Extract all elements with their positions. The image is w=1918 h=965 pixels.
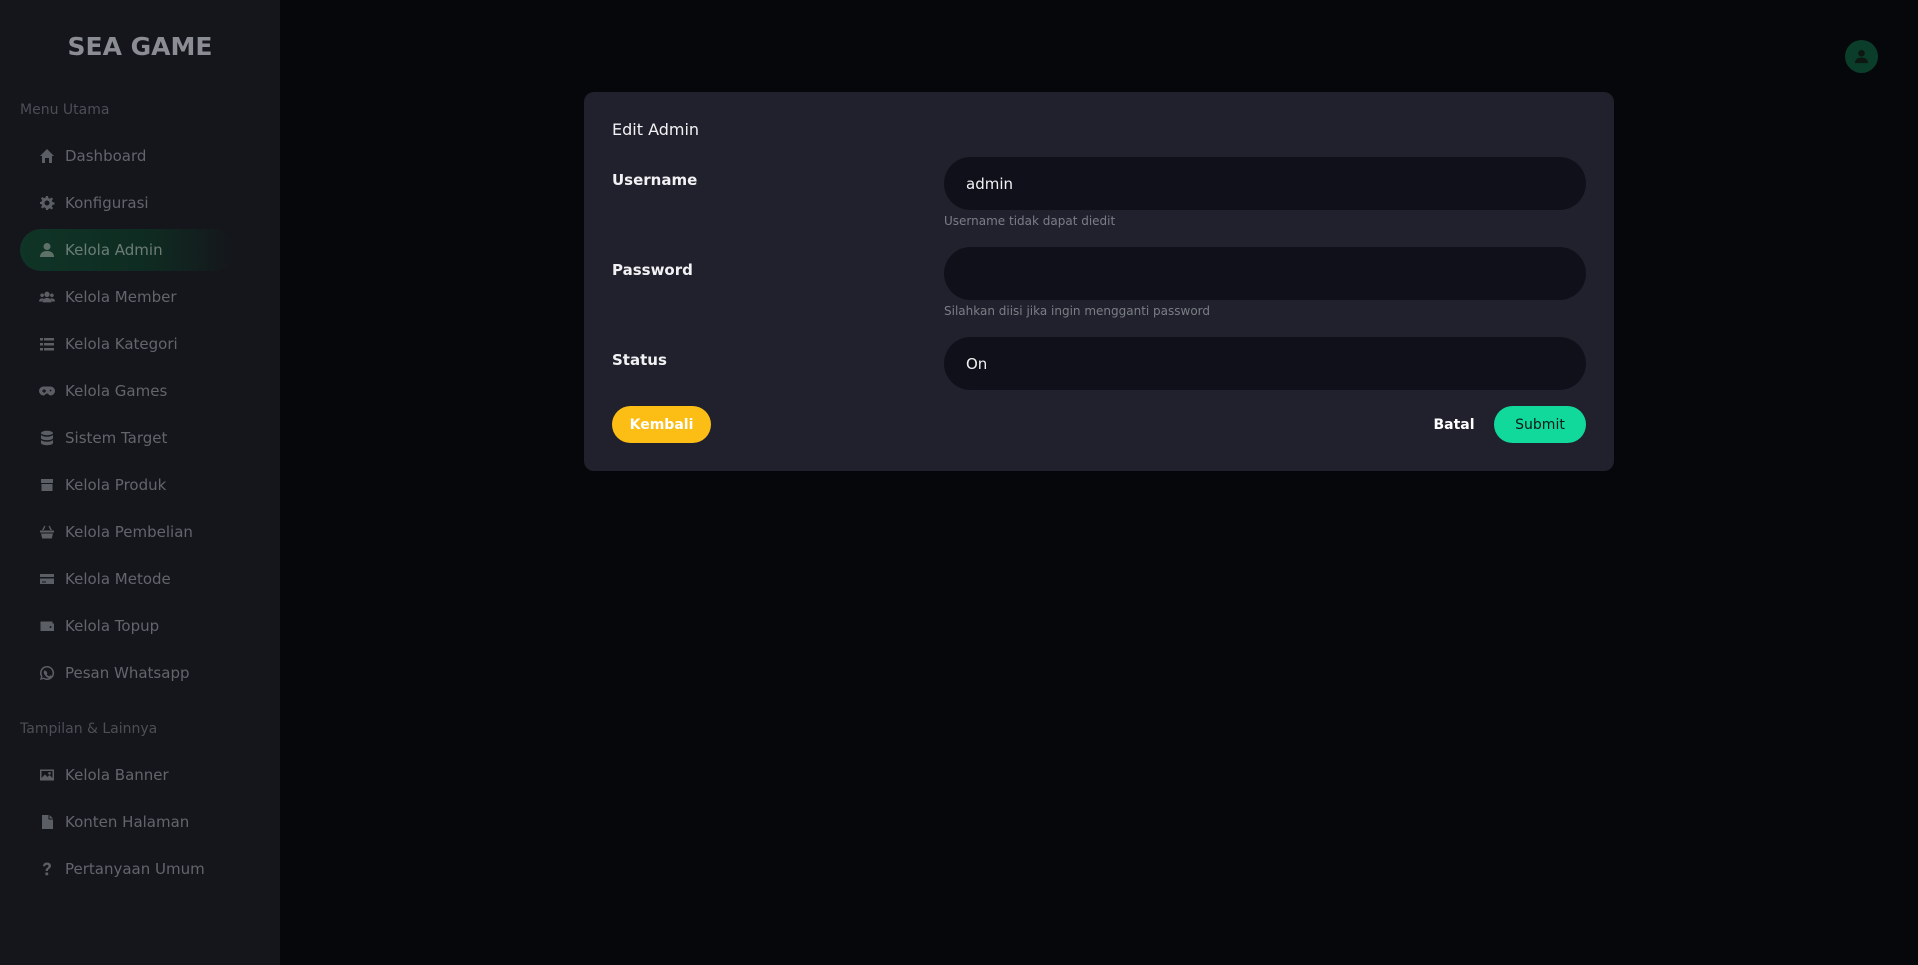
- back-button[interactable]: Kembali: [612, 406, 711, 443]
- sidebar-item-kelola-member[interactable]: Kelola Member: [20, 276, 235, 318]
- sidebar-item-label: Kelola Produk: [65, 476, 167, 494]
- status-label: Status: [612, 351, 667, 369]
- user-icon: [1854, 49, 1869, 64]
- user-avatar[interactable]: [1845, 40, 1878, 73]
- sidebar-item-label: Pertanyaan Umum: [65, 860, 205, 878]
- sidebar-item-label: Kelola Member: [65, 288, 177, 306]
- sidebar-item-label: Kelola Metode: [65, 570, 171, 588]
- image-icon: [38, 766, 56, 784]
- sidebar-item-kelola-produk[interactable]: Kelola Produk: [20, 464, 235, 506]
- edit-admin-modal: Edit Admin Username Username tidak dapat…: [584, 92, 1614, 471]
- sidebar-item-label: Sistem Target: [65, 429, 168, 447]
- section-title-main: Menu Utama: [20, 102, 110, 118]
- sidebar-item-label: Kelola Games: [65, 382, 168, 400]
- sidebar-item-dashboard[interactable]: Dashboard: [20, 135, 235, 177]
- sidebar-item-label: Kelola Kategori: [65, 335, 178, 353]
- sidebar-item-label: Konten Halaman: [65, 813, 190, 831]
- sidebar-item-label: Kelola Pembelian: [65, 523, 193, 541]
- wallet-icon: [38, 617, 56, 635]
- sidebar-item-kelola-games[interactable]: Kelola Games: [20, 370, 235, 412]
- modal-title: Edit Admin: [612, 120, 700, 139]
- brand-logo[interactable]: SEA GAME: [0, 32, 280, 61]
- sidebar-item-label: Pesan Whatsapp: [65, 664, 190, 682]
- basket-icon: [38, 523, 56, 541]
- username-hint: Username tidak dapat diedit: [944, 214, 1116, 228]
- users-icon: [38, 288, 56, 306]
- question-icon: [38, 860, 56, 878]
- sidebar-item-label: Konfigurasi: [65, 194, 149, 212]
- section-title-display: Tampilan & Lainnya: [20, 721, 158, 737]
- file-icon: [38, 813, 56, 831]
- gamepad-icon: [38, 382, 56, 400]
- submit-button[interactable]: Submit: [1494, 406, 1586, 443]
- password-field[interactable]: [944, 247, 1586, 300]
- password-label: Password: [612, 261, 693, 279]
- username-field[interactable]: [944, 157, 1586, 210]
- username-label: Username: [612, 171, 698, 189]
- list-icon: [38, 335, 56, 353]
- sidebar-item-label: Kelola Topup: [65, 617, 160, 635]
- password-hint: Silahkan diisi jika ingin mengganti pass…: [944, 304, 1211, 318]
- sidebar-item-kelola-kategori[interactable]: Kelola Kategori: [20, 323, 235, 365]
- home-icon: [38, 147, 56, 165]
- sidebar: SEA GAME Menu Utama Dashboard Konfiguras…: [0, 0, 280, 965]
- sidebar-item-konfigurasi[interactable]: Konfigurasi: [20, 182, 235, 224]
- sidebar-item-pertanyaan-umum[interactable]: Pertanyaan Umum: [20, 848, 235, 890]
- sidebar-item-sistem-target[interactable]: Sistem Target: [20, 417, 235, 459]
- status-select[interactable]: [944, 337, 1586, 390]
- cancel-button[interactable]: Batal: [1419, 406, 1489, 443]
- sidebar-item-kelola-metode[interactable]: Kelola Metode: [20, 558, 235, 600]
- sidebar-item-kelola-pembelian[interactable]: Kelola Pembelian: [20, 511, 235, 553]
- sidebar-item-label: Kelola Admin: [65, 241, 163, 259]
- sidebar-item-konten-halaman[interactable]: Konten Halaman: [20, 801, 235, 843]
- gear-icon: [38, 194, 56, 212]
- sidebar-item-label: Dashboard: [65, 147, 147, 165]
- sidebar-item-kelola-admin[interactable]: Kelola Admin: [20, 229, 235, 271]
- whatsapp-icon: [38, 664, 56, 682]
- sidebar-item-pesan-whatsapp[interactable]: Pesan Whatsapp: [20, 652, 235, 694]
- sidebar-item-label: Kelola Banner: [65, 766, 169, 784]
- sidebar-item-kelola-banner[interactable]: Kelola Banner: [20, 754, 235, 796]
- sidebar-item-kelola-topup[interactable]: Kelola Topup: [20, 605, 235, 647]
- user-icon: [38, 241, 56, 259]
- box-icon: [38, 476, 56, 494]
- database-icon: [38, 429, 56, 447]
- credit-card-icon: [38, 570, 56, 588]
